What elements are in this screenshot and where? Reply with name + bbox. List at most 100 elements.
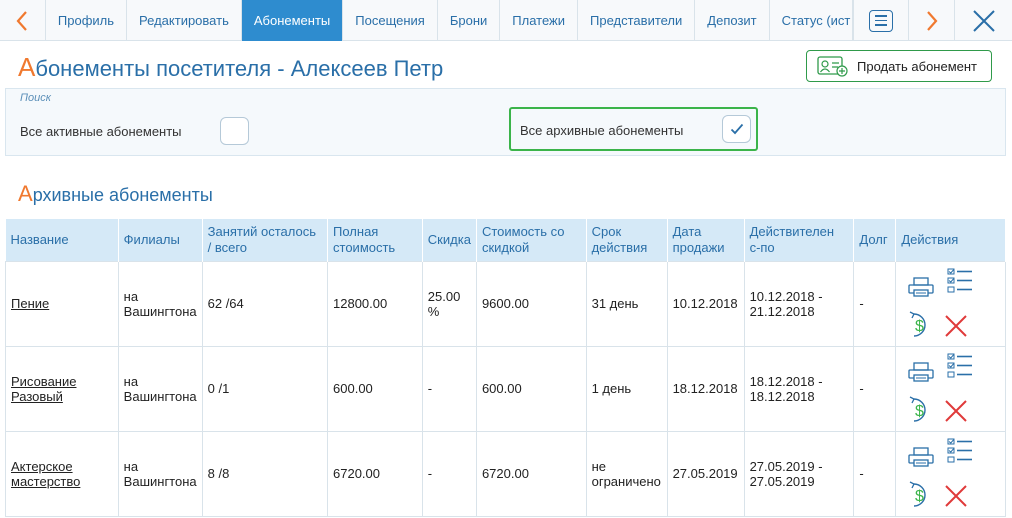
delete-x-icon[interactable] bbox=[943, 313, 969, 342]
delete-x-icon[interactable] bbox=[943, 398, 969, 427]
svg-text:$: $ bbox=[915, 403, 924, 420]
page-title-text: бонементы посетителя - Алексеев Петр bbox=[35, 56, 444, 81]
table-row: Пение на Вашингтона 62 /64 12800.00 25.0… bbox=[5, 260, 1006, 346]
tab-profile[interactable]: Профиль bbox=[46, 0, 128, 41]
sale-date-cell: 27.05.2019 bbox=[667, 430, 745, 517]
actions-cell: $ bbox=[895, 260, 1006, 346]
search-caption: Поиск bbox=[20, 92, 51, 104]
archive-subscriptions-label: Все архивные абонементы bbox=[520, 123, 684, 138]
table-row: Актерское мастерство на Вашингтона 8 /8 … bbox=[5, 430, 1006, 517]
tab-bar: Профиль Редактировать Абонементы Посещен… bbox=[0, 0, 1012, 41]
tab-bookings[interactable]: Брони bbox=[438, 0, 501, 41]
checkmark-icon bbox=[730, 123, 743, 135]
discount-cell: 25.00 % bbox=[422, 260, 477, 346]
tabs-next-button[interactable] bbox=[909, 0, 956, 41]
col-header-valid[interactable]: Действителен с-по bbox=[744, 219, 855, 261]
tabs-prev-button[interactable] bbox=[0, 0, 46, 41]
tab-representatives[interactable]: Представители bbox=[578, 0, 696, 41]
lessons-cell: 0 /1 bbox=[202, 345, 329, 431]
col-header-debt[interactable]: Долг bbox=[853, 219, 897, 261]
full-price-cell: 12800.00 bbox=[327, 260, 423, 346]
sell-subscription-button[interactable]: Продать абонемент bbox=[806, 50, 992, 82]
col-header-discounted-price[interactable]: Стоимость со скидкой bbox=[476, 219, 587, 261]
col-header-name[interactable]: Название bbox=[5, 219, 119, 261]
branch-cell: на Вашингтона bbox=[118, 345, 203, 431]
subscription-name-link[interactable]: Актерское мастерство bbox=[11, 459, 80, 489]
delete-x-icon[interactable] bbox=[943, 483, 969, 512]
term-cell: не ограничено bbox=[586, 430, 668, 517]
close-icon bbox=[972, 9, 995, 32]
lessons-cell: 62 /64 bbox=[202, 260, 329, 346]
tab-visits[interactable]: Посещения bbox=[343, 0, 438, 41]
col-header-lessons[interactable]: Занятий осталось / всего bbox=[202, 219, 329, 261]
close-button[interactable] bbox=[955, 0, 1012, 41]
table-header-row: Название Филиалы Занятий осталось / всег… bbox=[5, 219, 1006, 261]
debt-cell: - bbox=[853, 430, 897, 517]
print-icon[interactable] bbox=[907, 446, 935, 471]
tab-edit[interactable]: Редактировать bbox=[127, 0, 242, 41]
lessons-cell: 8 /8 bbox=[202, 430, 329, 517]
section-title-first-letter: А bbox=[18, 181, 33, 206]
valid-cell: 27.05.2019 - 27.05.2019 bbox=[744, 430, 855, 517]
valid-cell: 18.12.2018 - 18.12.2018 bbox=[744, 345, 855, 431]
col-header-branch[interactable]: Филиалы bbox=[118, 219, 203, 261]
print-icon[interactable] bbox=[907, 276, 935, 301]
archive-subscriptions-checkbox[interactable] bbox=[722, 115, 751, 143]
actions-cell: $ bbox=[895, 430, 1006, 517]
discounted-price-cell: 9600.00 bbox=[476, 260, 587, 346]
full-price-cell: 6720.00 bbox=[327, 430, 423, 517]
actions-cell: $ bbox=[895, 345, 1006, 431]
search-panel: Поиск Все активные абонементы Все архивн… bbox=[5, 88, 1006, 156]
section-title: Архивные абонементы bbox=[18, 181, 213, 207]
col-header-full-price[interactable]: Полная стоимость bbox=[327, 219, 423, 261]
svg-text:$: $ bbox=[915, 318, 924, 335]
discount-cell: - bbox=[422, 430, 477, 517]
discount-cell: - bbox=[422, 345, 477, 431]
sale-date-cell: 18.12.2018 bbox=[667, 345, 745, 431]
discounted-price-cell: 6720.00 bbox=[476, 430, 587, 517]
subscription-name-link[interactable]: Пение bbox=[11, 296, 49, 311]
col-header-sale-date[interactable]: Дата продажи bbox=[667, 219, 745, 261]
tab-status[interactable]: Статус (ист bbox=[770, 0, 854, 41]
add-user-card-icon bbox=[817, 56, 848, 77]
page-title-first-letter: А bbox=[18, 52, 36, 82]
branch-cell: на Вашингтона bbox=[118, 260, 203, 346]
refund-dollar-icon[interactable]: $ bbox=[906, 395, 934, 428]
term-cell: 31 день bbox=[586, 260, 668, 346]
refund-dollar-icon[interactable]: $ bbox=[906, 480, 934, 513]
print-icon[interactable] bbox=[907, 361, 935, 386]
tab-deposit[interactable]: Депозит bbox=[695, 0, 770, 41]
sale-date-cell: 10.12.2018 bbox=[667, 260, 745, 346]
svg-text:$: $ bbox=[915, 488, 924, 505]
term-cell: 1 день bbox=[586, 345, 668, 431]
active-subscriptions-checkbox[interactable] bbox=[220, 117, 249, 145]
page-title: Абонементы посетителя - Алексеев Петр bbox=[18, 52, 443, 83]
checklist-icon[interactable] bbox=[947, 353, 973, 384]
section-title-text: рхивные абонементы bbox=[32, 185, 213, 205]
active-subscriptions-label: Все активные абонементы bbox=[20, 124, 182, 139]
refund-dollar-icon[interactable]: $ bbox=[906, 310, 934, 343]
archive-filter-highlight: Все архивные абонементы bbox=[509, 107, 758, 151]
col-header-term[interactable]: Срок действия bbox=[586, 219, 668, 261]
menu-icon bbox=[869, 9, 894, 32]
discounted-price-cell: 600.00 bbox=[476, 345, 587, 431]
branch-cell: на Вашингтона bbox=[118, 430, 203, 517]
col-header-discount[interactable]: Скидка bbox=[422, 219, 477, 261]
debt-cell: - bbox=[853, 260, 897, 346]
full-price-cell: 600.00 bbox=[327, 345, 423, 431]
tab-payments[interactable]: Платежи bbox=[500, 0, 579, 41]
tabs-menu-button[interactable] bbox=[853, 0, 910, 41]
tabs: Профиль Редактировать Абонементы Посещен… bbox=[46, 0, 854, 41]
valid-cell: 10.12.2018 - 21.12.2018 bbox=[744, 260, 855, 346]
subscription-name-link[interactable]: Рисование Разовый bbox=[11, 374, 76, 404]
chevron-left-icon bbox=[16, 10, 28, 31]
col-header-actions: Действия bbox=[895, 219, 1006, 261]
checklist-icon[interactable] bbox=[947, 438, 973, 469]
subscriptions-table: Название Филиалы Занятий осталось / всег… bbox=[5, 219, 1006, 517]
debt-cell: - bbox=[853, 345, 897, 431]
sell-subscription-label: Продать абонемент bbox=[857, 58, 978, 74]
checklist-icon[interactable] bbox=[947, 268, 973, 299]
tab-subscriptions[interactable]: Абонементы bbox=[241, 0, 344, 41]
chevron-right-icon bbox=[926, 10, 938, 31]
subscriptions-page: Профиль Редактировать Абонементы Посещен… bbox=[0, 0, 1012, 518]
